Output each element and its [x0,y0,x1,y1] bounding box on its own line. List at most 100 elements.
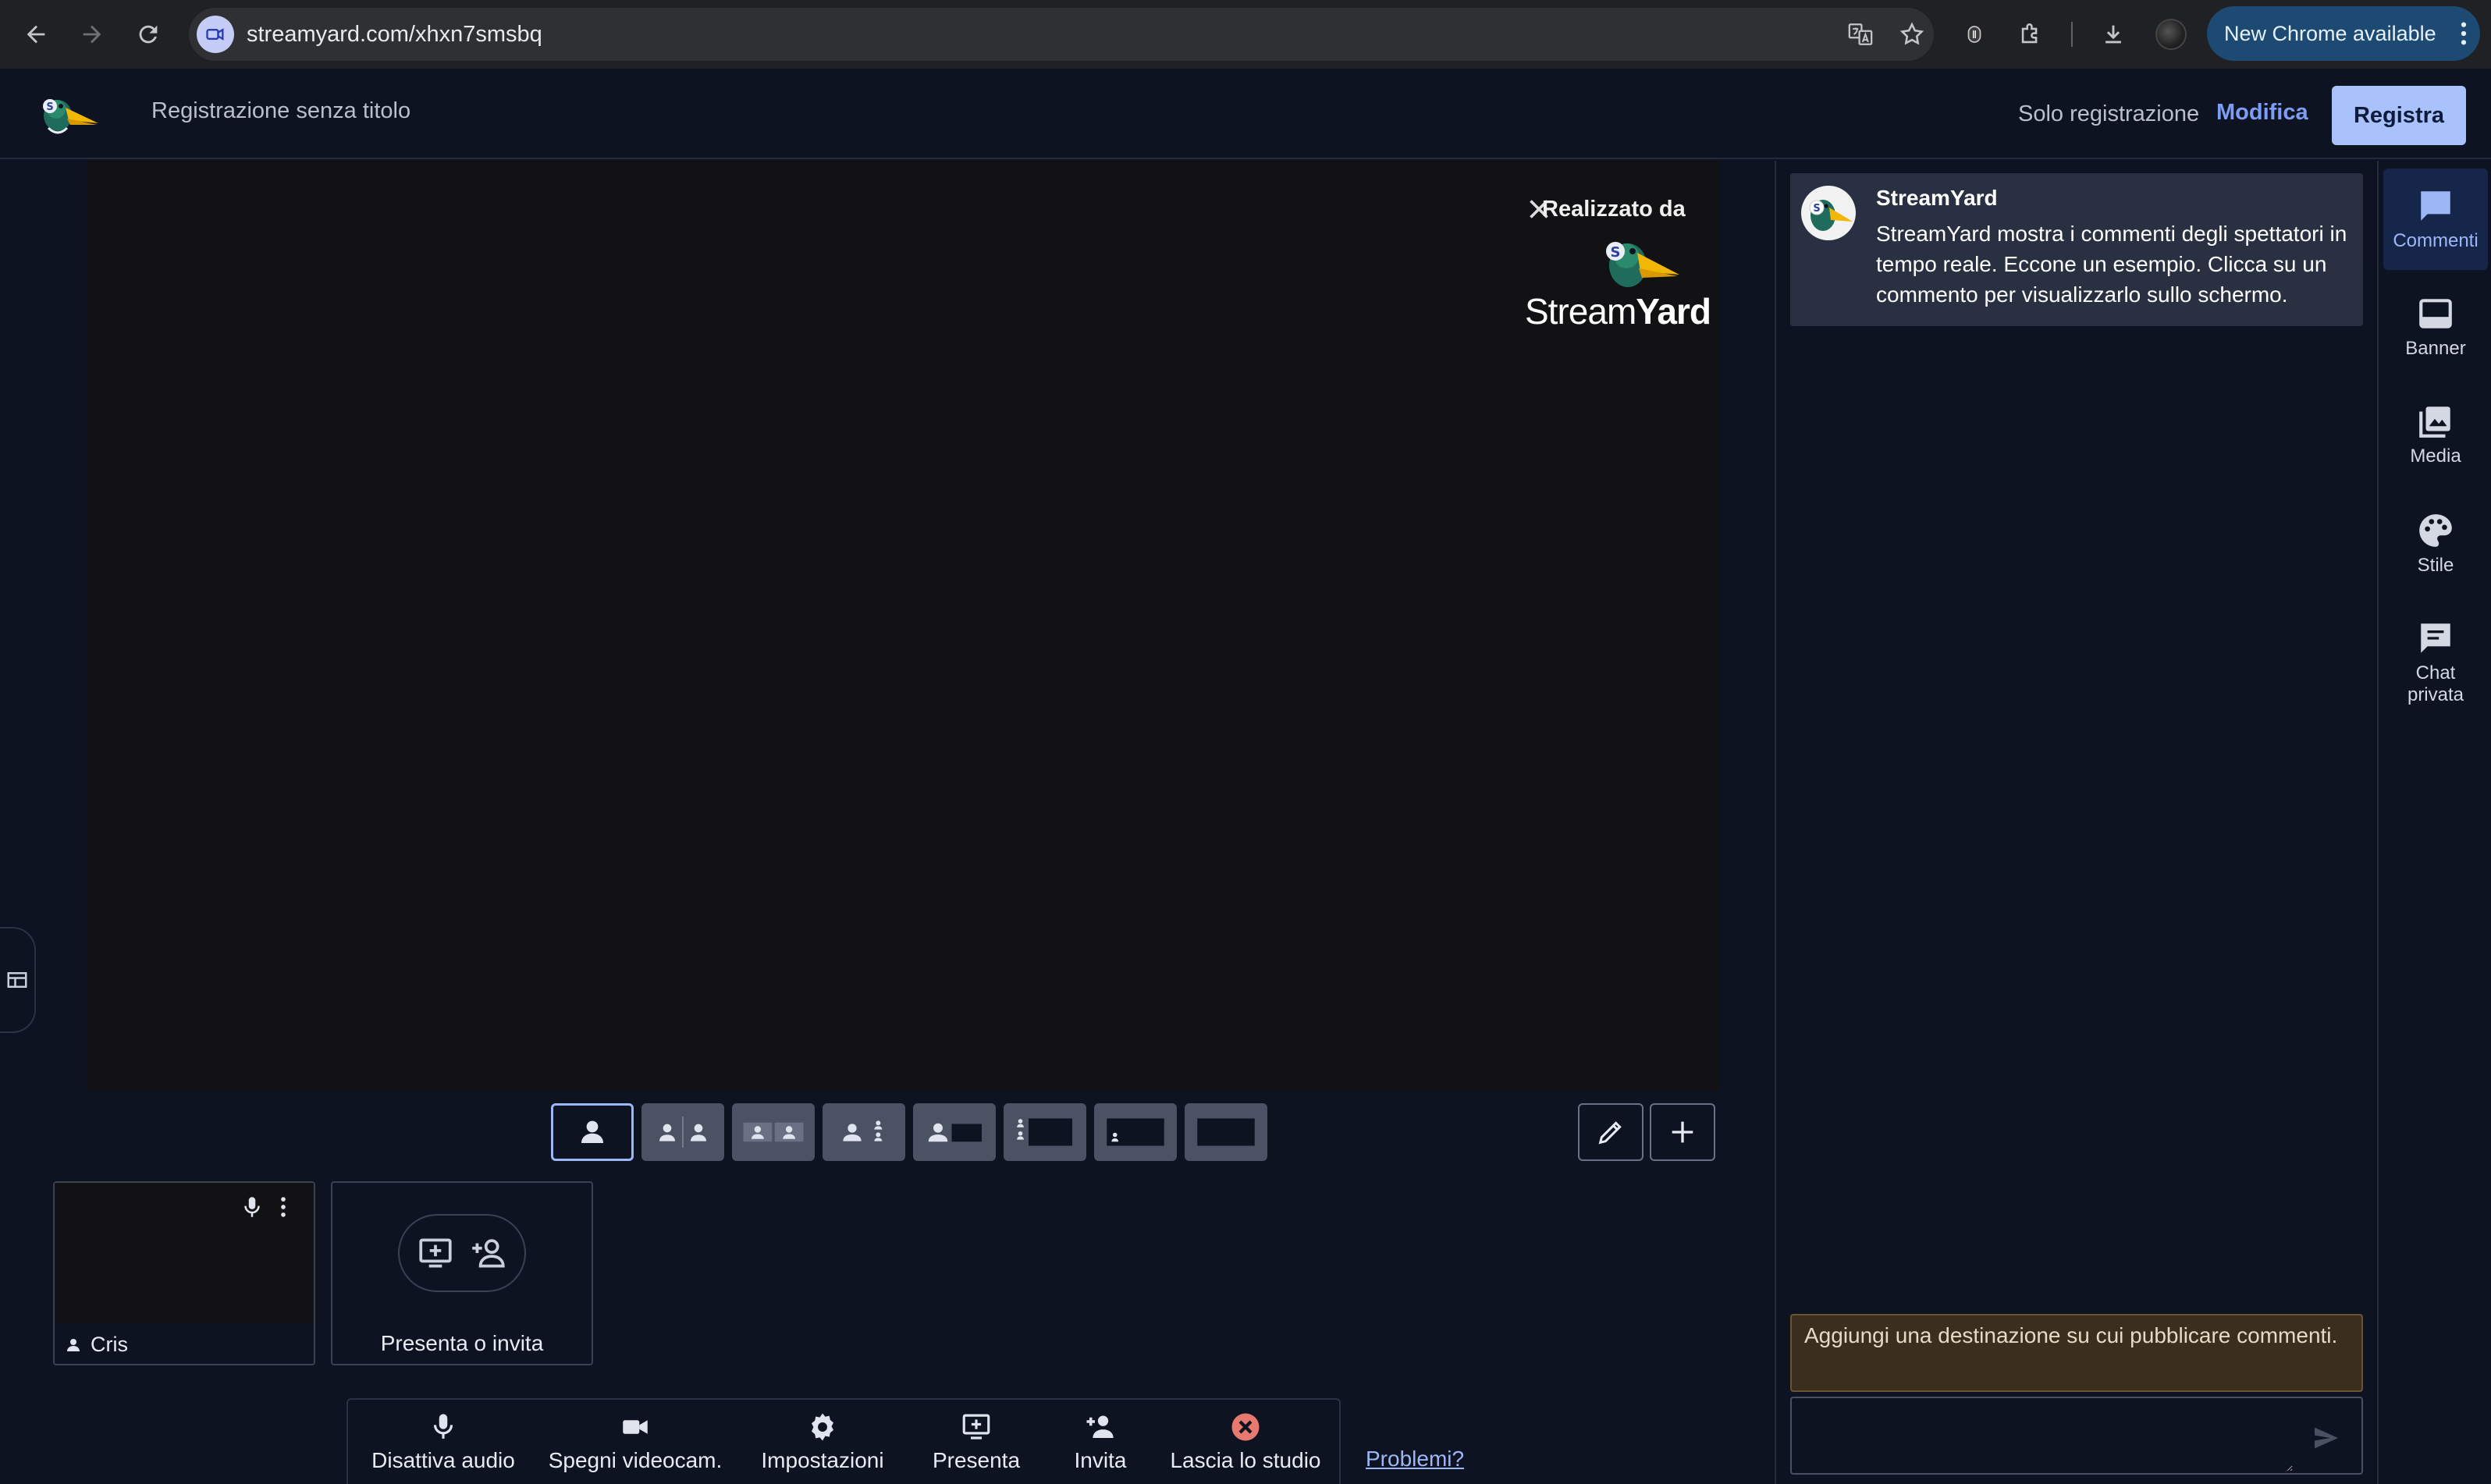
layout-grid-icon [7,972,27,988]
person-and-screen-icon [928,1123,982,1142]
participant-name: Cris [91,1333,128,1356]
extensions-puzzle-icon[interactable] [2012,16,2049,53]
toolbar-divider [2071,22,2073,47]
invite-label: Invita [1074,1448,1127,1472]
person-icon [581,1120,603,1143]
comment-author-avatar: S [1801,186,1856,240]
plus-icon [1672,1121,1693,1143]
participant-more-icon[interactable] [278,1194,289,1224]
rail-item-style[interactable]: Stile [2383,496,2488,591]
participant-video [55,1183,314,1323]
gear-icon [812,1413,833,1441]
mic-icon[interactable] [239,1194,265,1224]
streamyard-mascot-icon: S [1597,229,1683,298]
record-button[interactable]: Registra [2332,86,2466,145]
camera-off-button[interactable]: Spegni videocam. [538,1400,732,1484]
rail-item-media[interactable]: Media [2383,387,2488,482]
rail-item-private-chat[interactable]: Chat privata [2383,604,2488,721]
layout-solo[interactable] [551,1103,634,1161]
site-camera-icon [197,16,234,53]
present-or-invite-label: Presenta o invita [380,1331,544,1355]
recording-mode-label: Solo registrazione [2018,101,2200,126]
video-camera-icon [623,1420,648,1434]
layout-panel-toggle[interactable] [0,927,36,1033]
layout-screen-only[interactable] [1185,1103,1267,1161]
camera-off-label: Spegni videocam. [548,1448,723,1472]
extension-icon[interactable] [1956,16,1993,53]
comments-panel: S StreamYard StreamYard mostra i comment… [1775,161,2376,1484]
new-chrome-label: New Chrome available [2224,21,2436,45]
present-label: Presenta [932,1448,1021,1472]
rail-label-style: Stile [2417,555,2454,576]
leave-studio-label: Lascia lo studio [1170,1448,1321,1472]
bookmark-star-icon[interactable] [1896,19,1928,50]
back-arrow-icon [27,25,45,44]
rail-label-comments: Commenti [2393,230,2479,251]
download-icon[interactable] [2095,16,2132,53]
translate-icon[interactable] [1845,19,1876,50]
browser-toolbar: streamyard.com/xhxn7smsbq New Chrome ava… [0,0,2491,69]
comment-input[interactable] [1793,1400,2293,1472]
reload-icon [139,25,158,44]
add-layout-button[interactable] [1650,1103,1715,1161]
comment-compose-box [1790,1397,2363,1475]
streamyard-wordmark: StreamYard [1525,290,1711,332]
forward-button[interactable] [73,16,111,53]
side-by-side-icon [743,1122,804,1142]
brand-bold: Yard [1636,291,1711,332]
svg-text:S: S [46,101,53,113]
streamyard-logo-icon[interactable]: S [36,89,101,144]
layout-main-plus-thumbs[interactable] [823,1103,905,1161]
leave-studio-button[interactable]: Lascia lo studio [1161,1400,1330,1484]
comment-author: StreamYard [1876,186,1998,210]
streamyard-mascot-icon: S [1809,200,1853,231]
invite-button[interactable]: Invita [1039,1400,1161,1484]
new-chrome-available-button[interactable]: New Chrome available [2207,6,2480,61]
rail-label-media: Media [2410,446,2461,467]
send-comment-button[interactable] [2307,1418,2346,1457]
layout-thumbs-and-screen[interactable] [1004,1103,1086,1161]
present-button[interactable]: Presenta [913,1400,1039,1484]
participant-name-row: Cris [64,1333,128,1357]
problems-link[interactable]: Problemi? [1366,1447,1464,1472]
pencil-icon [1598,1121,1622,1145]
layout-two-up[interactable] [641,1103,724,1161]
profile-avatar[interactable] [2155,19,2187,50]
microphone-icon [433,1414,453,1439]
url-text[interactable]: streamyard.com/xhxn7smsbq [247,20,542,48]
person-icon [67,1338,80,1351]
studio-toolbar: Disattiva audio Spegni videocam. Imposta… [346,1398,1341,1484]
edit-layout-button[interactable] [1578,1103,1643,1161]
destination-warning: Aggiungi una destinazione su cui pubblic… [1790,1314,2363,1392]
layout-side-by-side[interactable] [732,1103,815,1161]
chat-icon [2421,623,2450,653]
recording-title[interactable]: Registrazione senza titolo [151,98,410,124]
rail-label-private-chat: Chat privata [2407,662,2464,705]
back-button[interactable] [17,16,55,53]
leave-x-icon [1231,1413,1260,1441]
settings-button[interactable]: Impostazioni [732,1400,913,1484]
add-person-icon [472,1239,505,1268]
thumbs-and-screen-icon [1017,1118,1072,1146]
participant-tile[interactable]: Cris [53,1181,315,1365]
svg-text:S: S [1611,244,1621,261]
present-invite-icons[interactable] [398,1214,526,1292]
svg-text:S: S [1813,203,1820,215]
layout-person-and-screen[interactable] [913,1103,996,1161]
layout-screen-with-pip[interactable] [1094,1103,1177,1161]
send-icon [2315,1427,2338,1449]
forward-arrow-icon [83,25,101,44]
stage-area: Realizzato da S StreamYard Cris Presenta… [0,161,1775,1484]
layout-selector [551,1103,1267,1161]
screen-with-pip-icon [1107,1118,1164,1146]
address-bar[interactable]: streamyard.com/xhxn7smsbq [189,8,1934,61]
rail-item-banner[interactable]: Banner [2383,279,2488,375]
reload-button[interactable] [130,16,167,53]
edit-mode-link[interactable]: Modifica [2216,100,2308,126]
rail-item-comments[interactable]: Commenti [2383,169,2488,270]
palette-icon [2419,514,2452,547]
comment-item[interactable]: S StreamYard StreamYard mostra i comment… [1790,173,2363,326]
credit-text: Realizzato da [1542,197,1686,222]
present-or-invite-tile[interactable]: Presenta o invita [331,1181,593,1365]
mute-audio-button[interactable]: Disattiva audio [348,1400,538,1484]
